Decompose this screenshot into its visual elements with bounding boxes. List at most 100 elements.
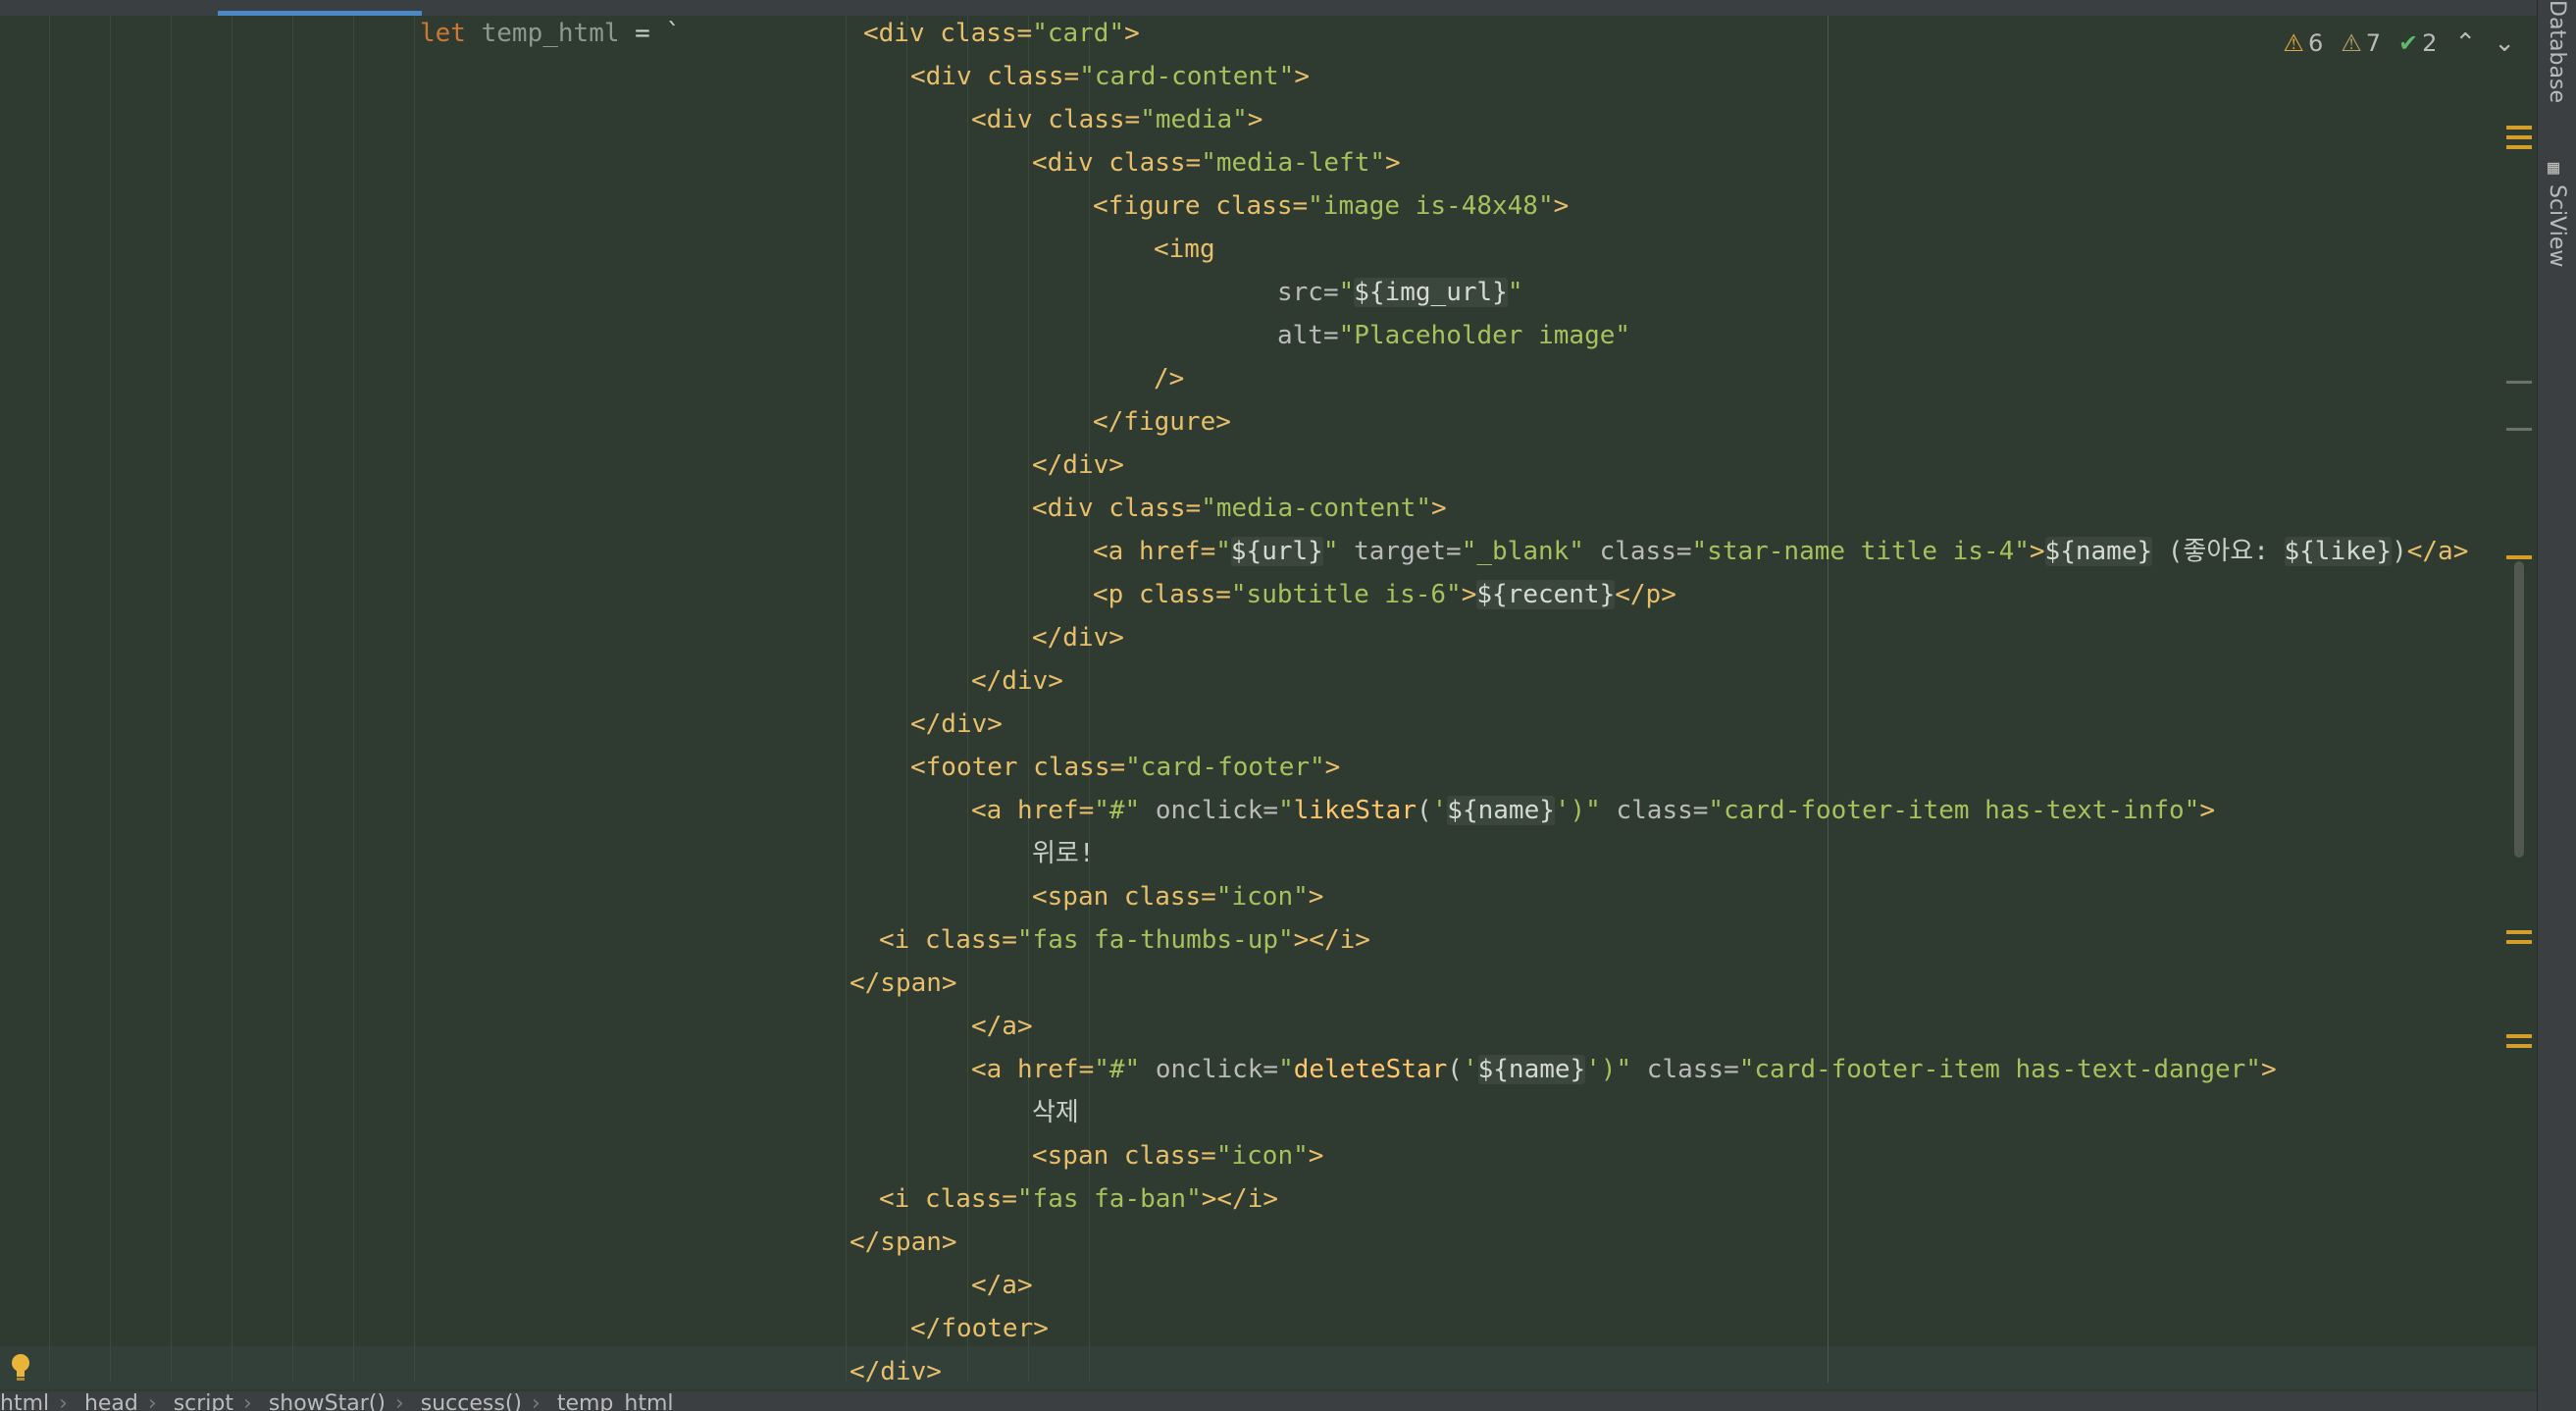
breadcrumb-item[interactable]: script bbox=[174, 1391, 243, 1411]
code-line-29[interactable]: </span> bbox=[850, 1221, 957, 1264]
code-tag: </a> bbox=[971, 1012, 1033, 1041]
right-margin-guide bbox=[1828, 16, 1829, 1383]
code-line-11[interactable]: </div> bbox=[1032, 444, 1124, 487]
code-line-6[interactable]: <img bbox=[1154, 228, 1215, 271]
code-tag: <div class= bbox=[971, 105, 1141, 134]
code-tag: ></i> bbox=[1201, 1184, 1279, 1214]
stripe-mark[interactable] bbox=[2506, 930, 2532, 934]
code-attr: target= bbox=[1338, 537, 1462, 566]
code-line-4[interactable]: <div class="media-left"> bbox=[1032, 141, 1401, 184]
code-attr: onclick= bbox=[1140, 796, 1279, 825]
editor-tab-active[interactable] bbox=[218, 0, 422, 10]
code-line-7[interactable]: src="${img_url}" bbox=[1277, 271, 1522, 314]
code-line-21[interactable]: <span class="icon"> bbox=[1032, 875, 1323, 918]
lightbulb-icon[interactable] bbox=[9, 1352, 32, 1382]
code-line-16[interactable]: </div> bbox=[971, 659, 1063, 703]
breadcrumb-item[interactable]: showStar() bbox=[269, 1391, 395, 1411]
warning-count-a-value: 6 bbox=[2307, 29, 2324, 57]
code-variable: temp_html bbox=[465, 19, 620, 48]
code-tag: </span> bbox=[850, 968, 957, 998]
code-line-14[interactable]: <p class="subtitle is-6">${recent}</p> bbox=[1093, 573, 1676, 616]
ok-count[interactable]: ✔ 2 bbox=[2398, 29, 2437, 57]
code-tag: <i class= bbox=[879, 925, 1017, 955]
code-line-28[interactable]: <i class="fas fa-ban"></i> bbox=[879, 1177, 1278, 1221]
code-line-22[interactable]: <i class="fas fa-thumbs-up"></i> bbox=[879, 918, 1370, 962]
code-line-3[interactable]: <div class="media"> bbox=[971, 98, 1262, 141]
code-text: 위로! bbox=[1032, 839, 1095, 868]
breadcrumb-separator-icon: › bbox=[147, 1391, 157, 1411]
vertical-scrollbar-thumb[interactable] bbox=[2514, 561, 2524, 858]
code-text: ( bbox=[1416, 796, 1432, 825]
code-tag: > bbox=[2029, 537, 2045, 566]
inspection-widget[interactable]: ⚠ 6 ⚠ 7 ✔ 2 ⌃ ⌄ bbox=[2283, 22, 2515, 65]
stripe-mark[interactable] bbox=[2506, 428, 2532, 431]
ok-count-value: 2 bbox=[2422, 29, 2438, 57]
warning-count-a[interactable]: ⚠ 6 bbox=[2283, 29, 2323, 57]
code-tag: > bbox=[1294, 62, 1310, 91]
sciview-panel-tab[interactable]: SciView bbox=[2545, 184, 2569, 267]
code-string: "fas fa-ban" bbox=[1016, 1184, 1202, 1214]
code-line-25[interactable]: <a href="#" onclick="deleteStar('${name}… bbox=[971, 1048, 2277, 1091]
code-string: "#" bbox=[1094, 1055, 1141, 1084]
code-line-15[interactable]: </div> bbox=[1032, 616, 1124, 659]
code-tag: </div> bbox=[850, 1357, 942, 1386]
code-line-27[interactable]: <span class="icon"> bbox=[1032, 1134, 1323, 1177]
code-interpolation: ${url} bbox=[1230, 537, 1323, 566]
stripe-mark[interactable] bbox=[2506, 135, 2532, 139]
previous-highlight-button[interactable]: ⌃ bbox=[2454, 28, 2476, 58]
stripe-mark[interactable] bbox=[2506, 126, 2532, 130]
code-tag: > bbox=[1324, 753, 1341, 782]
code-line-13[interactable]: <a href="${url}" target="_blank" class="… bbox=[1093, 530, 2468, 573]
stripe-mark[interactable] bbox=[2506, 145, 2532, 149]
code-tag: </div> bbox=[1032, 623, 1124, 653]
caret-line-highlight bbox=[0, 1346, 2537, 1389]
breadcrumb-separator-icon: › bbox=[532, 1391, 541, 1411]
breadcrumb-separator-icon: › bbox=[243, 1391, 252, 1411]
warning-count-b[interactable]: ⚠ 7 bbox=[2341, 29, 2381, 57]
stripe-mark[interactable] bbox=[2506, 555, 2532, 559]
code-line-12[interactable]: <div class="media-content"> bbox=[1032, 487, 1447, 530]
stripe-mark[interactable] bbox=[2506, 1034, 2532, 1038]
code-line-5[interactable]: <figure class="image is-48x48"> bbox=[1093, 184, 1569, 228]
breadcrumb-item[interactable]: html bbox=[0, 1391, 59, 1411]
code-string: " bbox=[1278, 1055, 1294, 1084]
editor-tab-js[interactable] bbox=[71, 0, 179, 10]
code-line-10[interactable]: </figure> bbox=[1093, 400, 1231, 444]
editor-tab-strip bbox=[0, 0, 2537, 16]
indent-guide bbox=[110, 16, 111, 1383]
stripe-mark[interactable] bbox=[2506, 1044, 2532, 1048]
code-line-9[interactable]: /> bbox=[1154, 357, 1184, 400]
code-line-19[interactable]: <a href="#" onclick="likeStar('${name}')… bbox=[971, 789, 2215, 832]
code-line-31[interactable]: </footer> bbox=[910, 1307, 1049, 1350]
code-line-1b[interactable]: <div class="card"> bbox=[863, 12, 1140, 55]
code-tag: <a href= bbox=[971, 1055, 1095, 1084]
code-text: ( bbox=[1447, 1055, 1463, 1084]
code-line-26[interactable]: 삭제 bbox=[1032, 1091, 1079, 1134]
stripe-mark[interactable] bbox=[2506, 381, 2532, 384]
code-tag: <figure class= bbox=[1093, 191, 1309, 221]
database-panel-tab[interactable]: Database bbox=[2545, 0, 2569, 103]
code-string: " bbox=[1215, 537, 1231, 566]
code-tag: <span class= bbox=[1032, 882, 1216, 912]
code-line-17[interactable]: </div> bbox=[910, 703, 1003, 746]
breadcrumb-item[interactable]: temp_html bbox=[557, 1391, 684, 1411]
code-line-32[interactable]: </div> bbox=[850, 1350, 942, 1393]
code-line-30[interactable]: </a> bbox=[971, 1264, 1033, 1307]
code-line-18[interactable]: <footer class="card-footer"> bbox=[910, 746, 1340, 789]
code-line-1a[interactable]: let temp_html = ` bbox=[420, 12, 681, 55]
code-string: )" bbox=[1570, 796, 1601, 825]
stripe-mark[interactable] bbox=[2506, 940, 2532, 944]
code-string: "card-footer-item has-text-info" bbox=[1708, 796, 2200, 825]
code-line-2[interactable]: <div class="card-content"> bbox=[910, 55, 1310, 98]
code-string: " bbox=[1338, 278, 1355, 307]
code-line-8[interactable]: alt="Placeholder image" bbox=[1277, 314, 1630, 357]
code-string: "card-content" bbox=[1079, 62, 1295, 91]
code-string: " bbox=[1278, 796, 1294, 825]
code-string: "card-footer" bbox=[1125, 753, 1325, 782]
breadcrumb-item[interactable]: head bbox=[84, 1391, 148, 1411]
code-line-20[interactable]: 위로! bbox=[1032, 832, 1095, 875]
code-line-24[interactable]: </a> bbox=[971, 1005, 1033, 1048]
code-line-23[interactable]: </span> bbox=[850, 962, 957, 1005]
breadcrumb-item[interactable]: success() bbox=[421, 1391, 532, 1411]
code-tag: </footer> bbox=[910, 1314, 1049, 1343]
